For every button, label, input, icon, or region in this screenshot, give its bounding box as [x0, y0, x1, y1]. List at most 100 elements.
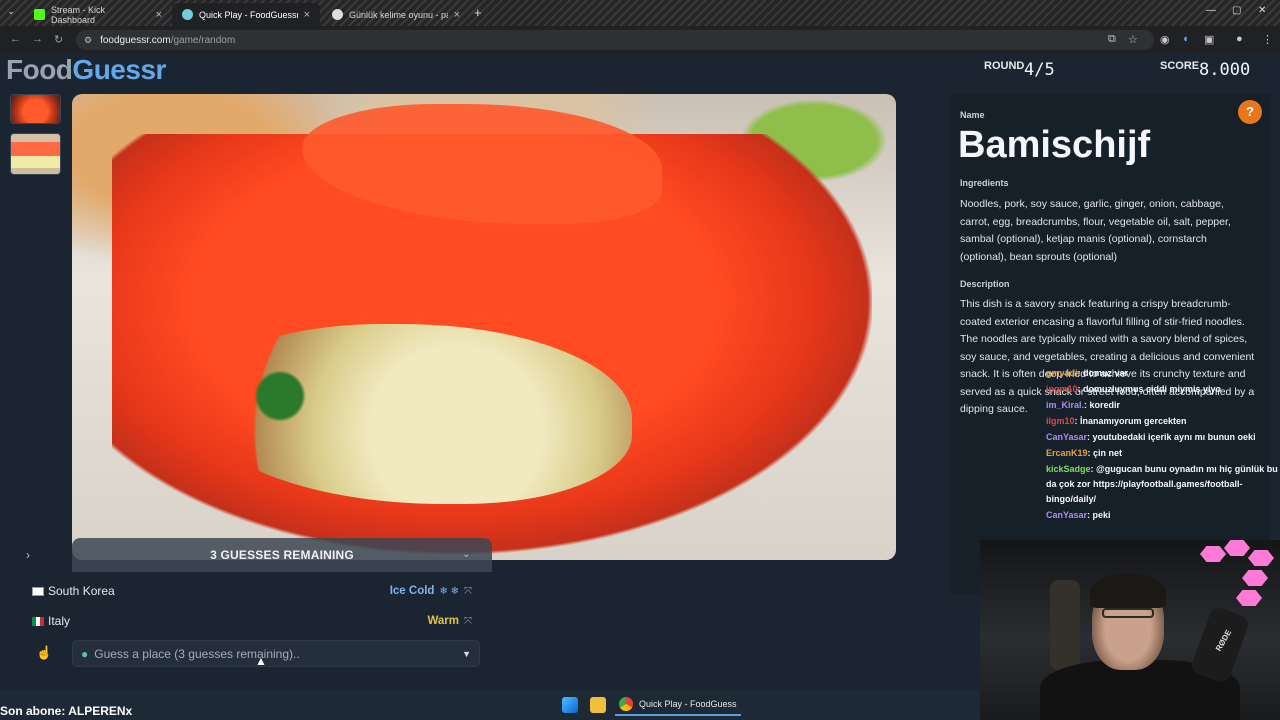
- stream-chat-overlay: gmyadi: domuz var ipgm10: domuzluymuş ci…: [1046, 366, 1278, 524]
- photo-thumbnail-2[interactable]: [10, 133, 61, 175]
- hex-light-icon: [1236, 590, 1262, 606]
- back-icon[interactable]: ←: [10, 33, 21, 45]
- score-value: 8.000: [1199, 60, 1251, 80]
- photo-thumbnail-1[interactable]: [10, 94, 61, 124]
- hex-light-icon: [1242, 570, 1268, 586]
- tab-title: Stream - Kick Dashboard: [51, 4, 106, 25]
- foodguessr-logo[interactable]: FoodGuessr: [6, 54, 166, 86]
- profile-avatar-icon[interactable]: ●: [1236, 33, 1243, 45]
- chat-message: im_Kiral.: koredir: [1046, 398, 1278, 413]
- gaming-chair: [1050, 580, 1080, 670]
- windows-taskbar: [0, 690, 980, 720]
- guess-country: Italy: [48, 614, 71, 628]
- url-domain: foodguessr.com: [100, 34, 171, 46]
- logo-text-guessr: Guessr: [72, 54, 166, 85]
- chat-username: CanYasar: [1046, 510, 1088, 520]
- direction-arrows-icon: ⤧: [464, 585, 472, 597]
- guess-temperature: Ice Cold: [389, 585, 435, 597]
- browser-tab-foodguessr[interactable]: Quick Play - FoodGuessr | Food ×: [172, 3, 320, 26]
- chevron-down-icon[interactable]: ⌄: [462, 549, 470, 560]
- install-app-icon[interactable]: ⧉: [1108, 33, 1116, 46]
- file-explorer-icon[interactable]: [590, 697, 606, 713]
- webcam-overlay: RØDE: [980, 540, 1280, 720]
- guess-place-select[interactable]: ● Guess a place (3 guesses remaining).. …: [72, 640, 480, 667]
- logo-text-food: Food: [6, 54, 73, 85]
- hex-light-icon: [1248, 550, 1274, 566]
- tab-search-icon[interactable]: ⌄: [4, 6, 18, 20]
- tab-title: Günlük kelime oyunu - parolla: [349, 9, 448, 20]
- chat-username: ilgm10: [1046, 416, 1075, 426]
- site-info-icon[interactable]: ⚙: [84, 35, 92, 46]
- round-label: ROUND: [984, 60, 1025, 72]
- new-tab-button[interactable]: +: [474, 5, 482, 20]
- url-path: /game/random: [170, 34, 236, 46]
- maximize-icon[interactable]: ▢: [1232, 5, 1241, 16]
- food-photo: [72, 94, 896, 560]
- score-label: SCORE: [1160, 60, 1200, 72]
- tab-close-icon[interactable]: ×: [156, 9, 162, 21]
- address-bar[interactable]: ⚙ foodguessr.com/game/random: [76, 30, 1154, 50]
- browser-tab-kick[interactable]: Stream - Kick Dashboard ×: [24, 3, 172, 26]
- description-label: Description: [960, 279, 1010, 289]
- chat-username: im_Kiral.: [1046, 400, 1085, 410]
- globe-icon: ●: [81, 646, 89, 661]
- guess-placeholder: Guess a place (3 guesses remaining)..: [94, 646, 300, 661]
- minimize-icon[interactable]: —: [1206, 5, 1216, 16]
- chat-message: CanYasar: youtubedaki içerik aynı mı bun…: [1046, 430, 1278, 445]
- chat-username: kickSadge: [1046, 464, 1091, 474]
- snowflake-icon: ❄ ❄: [439, 585, 459, 597]
- chat-text: : çin net: [1087, 448, 1123, 458]
- streamer-glasses: [1102, 608, 1154, 618]
- tab-title: Quick Play - FoodGuessr | Food: [199, 9, 298, 20]
- chat-message: ErcanK19: çin net: [1046, 446, 1278, 461]
- guess-row-south-korea: South Korea Ice Cold ❄ ❄ ⤧: [26, 578, 478, 604]
- hex-light-icon: [1200, 546, 1226, 562]
- chat-text: : peki: [1087, 510, 1111, 520]
- ingredients-label: Ingredients: [960, 178, 1009, 188]
- dish-name: Bamischijf: [958, 124, 1151, 166]
- chat-username: gmyadi: [1046, 368, 1078, 378]
- windows-start-icon[interactable]: [562, 697, 578, 713]
- close-window-icon[interactable]: ✕: [1258, 5, 1266, 16]
- forward-icon[interactable]: →: [32, 33, 43, 45]
- guesses-remaining-header[interactable]: 3 GUESSES REMAINING: [72, 538, 492, 572]
- ingredients-text: Noodles, pork, soy sauce, garlic, ginger…: [960, 198, 1231, 263]
- hex-light-icon: [1224, 540, 1250, 556]
- chat-text: : youtubedaki içerik aynı mı bunun oeki: [1087, 432, 1256, 442]
- tab-close-icon[interactable]: ×: [454, 9, 460, 21]
- taskbar-app-label: Quick Play - FoodGuess: [639, 699, 737, 709]
- chat-username: ipgm10: [1046, 384, 1078, 394]
- reload-icon[interactable]: ↻: [54, 33, 63, 46]
- chat-message: ipgm10: domuzluymuş ciddi miymiş yiyo: [1046, 382, 1278, 397]
- mouse-cursor-icon: ▲: [255, 654, 267, 668]
- name-label: Name: [960, 110, 985, 120]
- chevron-down-icon[interactable]: ▼: [462, 649, 471, 659]
- chat-text: : İnanamıyorum gercekten: [1074, 416, 1187, 426]
- extension-audio-icon[interactable]: ◖: [1182, 33, 1189, 45]
- globe-favicon-icon: [332, 9, 343, 20]
- foodguessr-favicon-icon: [182, 9, 193, 20]
- streamer-hair: [1090, 574, 1166, 608]
- browser-tab-parolla[interactable]: Günlük kelime oyunu - parolla ×: [322, 3, 470, 26]
- extensions-puzzle-icon[interactable]: ▣: [1204, 33, 1214, 46]
- italy-flag-icon: [32, 616, 44, 626]
- chat-message: ilgm10: İnanamıyorum gercekten: [1046, 414, 1278, 429]
- south-korea-flag-icon: [32, 586, 44, 596]
- incognito-icon[interactable]: ◉: [1160, 33, 1170, 46]
- tab-close-icon[interactable]: ×: [304, 9, 310, 21]
- chat-username: CanYasar: [1046, 432, 1088, 442]
- hint-hand-icon[interactable]: ☝: [36, 645, 52, 661]
- browser-menu-icon[interactable]: ⋮: [1262, 33, 1273, 46]
- last-subscriber-text: Son abone: ALPERENx: [0, 704, 133, 718]
- guess-temperature: Warm: [427, 615, 459, 627]
- chat-message: gmyadi: domuz var: [1046, 366, 1278, 381]
- chat-username: ErcanK19: [1046, 448, 1088, 458]
- direction-arrows-icon: ⤧: [464, 615, 472, 627]
- bookmark-star-icon[interactable]: ☆: [1128, 33, 1138, 46]
- chevron-right-icon[interactable]: ›: [26, 548, 30, 562]
- help-icon[interactable]: ?: [1238, 100, 1262, 124]
- chat-message: CanYasar: peki: [1046, 508, 1278, 523]
- chat-text: : koredir: [1084, 400, 1121, 410]
- taskbar-chrome-app[interactable]: Quick Play - FoodGuess: [615, 694, 741, 716]
- kick-favicon-icon: [34, 9, 45, 20]
